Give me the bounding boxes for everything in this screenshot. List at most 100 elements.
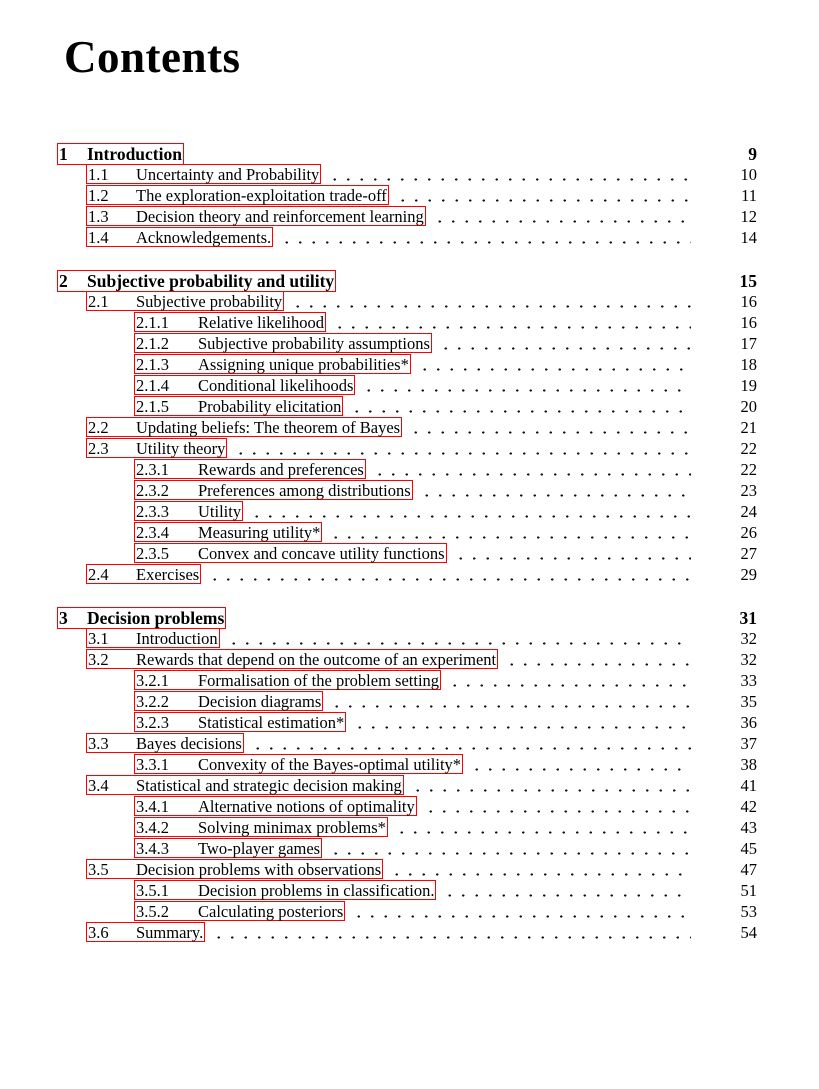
toc-link-3[interactable]: 3 Decision problems [57, 607, 227, 629]
toc-entry-2-1-4[interactable]: 2.1.4 Conditional likelihoods 19 [0, 375, 819, 396]
toc-link-2-1[interactable]: 2.1 Subjective probability [86, 291, 285, 311]
toc-link-2-3-5[interactable]: 2.3.5 Convex and concave utility function… [134, 543, 447, 563]
toc-entry-number: 2.3.3 [136, 502, 169, 521]
toc-entry-page-number: 9 [748, 144, 757, 164]
toc-entry-3[interactable]: 3 Decision problems 31 [0, 607, 819, 629]
dot-leader [361, 380, 691, 396]
toc-entry-1-1[interactable]: 1.1 Uncertainty and Probability 10 [0, 164, 819, 185]
dot-leader [233, 443, 691, 459]
toc-link-3-2-3[interactable]: 3.2.3 Statistical estimation* [134, 712, 347, 732]
toc-entry-2-1-2[interactable]: 2.1.2 Subjective probability assumptions 1… [0, 333, 819, 354]
toc-entry-title: Summary. [136, 923, 204, 942]
toc-entry-3-2-3[interactable]: 3.2.3 Statistical estimation* 36 [0, 712, 819, 733]
toc-entry-1-2[interactable]: 1.2 The exploration-exploitation trade-of… [0, 185, 819, 206]
toc-link-2-1-2[interactable]: 2.1.2 Subjective probability assumptions [134, 333, 432, 353]
toc-link-3-3[interactable]: 3.3 Bayes decisions [86, 733, 244, 753]
toc-link-2-1-3[interactable]: 2.1.3 Assigning unique probabilities* [134, 354, 411, 374]
toc-link-1-3[interactable]: 1.3 Decision theory and reinforcement lea… [86, 206, 426, 226]
toc-link-2-3-2[interactable]: 2.3.2 Preferences among distributions [134, 480, 413, 500]
toc-entry-3-4-3[interactable]: 3.4.3 Two-player games 45 [0, 838, 819, 859]
toc-entry-2-3-5[interactable]: 2.3.5 Convex and concave utility function… [0, 543, 819, 564]
toc-entry-3-2-1[interactable]: 3.2.1 Formalisation of the problem settin… [0, 670, 819, 691]
toc-entry-number: 1.4 [88, 228, 109, 247]
toc-entry-3-5-2[interactable]: 3.5.2 Calculating posteriors 53 [0, 901, 819, 922]
toc-entry-3-2[interactable]: 3.2 Rewards that depend on the outcome of… [0, 649, 819, 670]
toc-link-2-3-1[interactable]: 2.3.1 Rewards and preferences [134, 459, 366, 479]
toc-link-2-4[interactable]: 2.4 Exercises [86, 564, 202, 584]
dot-leader [290, 296, 691, 312]
toc-entry-page-number: 54 [740, 923, 758, 942]
toc-entry-3-4-1[interactable]: 3.4.1 Alternative notions of optimality 42 [0, 796, 819, 817]
toc-entry-3-3[interactable]: 3.3 Bayes decisions 37 [0, 733, 819, 754]
toc-link-3-5[interactable]: 3.5 Decision problems with observations [86, 859, 384, 879]
toc-link-3-4-1[interactable]: 3.4.1 Alternative notions of optimality [134, 796, 417, 816]
toc-entry-3-4-2[interactable]: 3.4.2 Solving minimax problems* 43 [0, 817, 819, 838]
toc-link-3-4-3[interactable]: 3.4.3 Two-player games [134, 838, 323, 858]
toc-entry-2-1-1[interactable]: 2.1.1 Relative likelihood 16 [0, 312, 819, 333]
toc-entry-2-3[interactable]: 2.3 Utility theory 22 [0, 438, 819, 459]
toc-link-2-2[interactable]: 2.2 Updating beliefs: The theorem of Baye… [86, 417, 403, 437]
toc-entry-1-4[interactable]: 1.4 Acknowledgements. 14 [0, 227, 819, 248]
toc-link-1-4[interactable]: 1.4 Acknowledgements. [86, 227, 274, 247]
toc-entry-3-6[interactable]: 3.6 Summary. 54 [0, 922, 819, 943]
toc-entry-page-number: 35 [740, 692, 758, 711]
toc-link-1-1[interactable]: 1.1 Uncertainty and Probability [86, 164, 322, 184]
toc-link-2-3-4[interactable]: 2.3.4 Measuring utility* [134, 522, 323, 542]
toc-link-2[interactable]: 2 Subjective probability and utility [57, 270, 337, 292]
toc-entry-2[interactable]: 2 Subjective probability and utility 15 [0, 270, 819, 292]
toc-entry-2-4[interactable]: 2.4 Exercises 29 [0, 564, 819, 585]
toc-entry-page-number: 51 [740, 881, 758, 900]
toc-entry-page-number: 41 [740, 776, 758, 795]
toc-entry-2-3-2[interactable]: 2.3.2 Preferences among distributions 23 [0, 480, 819, 501]
dot-leader [249, 506, 691, 522]
toc-entry-2-3-3[interactable]: 2.3.3 Utility 24 [0, 501, 819, 522]
toc-entry-2-1[interactable]: 2.1 Subjective probability 16 [0, 291, 819, 312]
toc-entry-3-4[interactable]: 3.4 Statistical and strategic decision ma… [0, 775, 819, 796]
toc-link-1[interactable]: 1 Introduction [57, 143, 184, 165]
toc-entry-1-3[interactable]: 1.3 Decision theory and reinforcement lea… [0, 206, 819, 227]
toc-entry-2-3-1[interactable]: 2.3.1 Rewards and preferences 22 [0, 459, 819, 480]
toc-entry-page-number: 47 [740, 860, 758, 879]
toc-entry-number: 2.3.4 [136, 523, 169, 542]
dot-leader [418, 485, 691, 501]
toc-entry-page-number: 11 [741, 186, 757, 205]
toc-entry-3-5[interactable]: 3.5 Decision problems with observations 47 [0, 859, 819, 880]
toc-entry-3-5-1[interactable]: 3.5.1 Decision problems in classification… [0, 880, 819, 901]
dot-leader [328, 843, 691, 859]
toc-entry-2-2[interactable]: 2.2 Updating beliefs: The theorem of Baye… [0, 417, 819, 438]
toc-link-2-3-3[interactable]: 2.3.3 Utility [134, 501, 244, 521]
toc-entry-title: Calculating posteriors [198, 902, 344, 921]
toc-entry-number: 2.1 [88, 292, 109, 311]
toc-entry-title: Updating beliefs: The theorem of Bayes [136, 418, 401, 437]
toc-entry-title: Decision diagrams [198, 692, 322, 711]
toc-link-3-5-2[interactable]: 3.5.2 Calculating posteriors [134, 901, 346, 921]
toc-link-2-1-1[interactable]: 2.1.1 Relative likelihood [134, 312, 327, 332]
toc-link-3-4[interactable]: 3.4 Statistical and strategic decision ma… [86, 775, 404, 795]
toc-link-3-4-2[interactable]: 3.4.2 Solving minimax problems* [134, 817, 388, 837]
toc-link-3-1[interactable]: 3.1 Introduction [86, 628, 220, 648]
toc-entry-2-3-4[interactable]: 2.3.4 Measuring utility* 26 [0, 522, 819, 543]
toc-link-3-6[interactable]: 3.6 Summary. [86, 922, 206, 942]
toc-entry-title: Formalisation of the problem setting [198, 671, 440, 690]
toc-entry-3-3-1[interactable]: 3.3.1 Convexity of the Bayes-optimal util… [0, 754, 819, 775]
toc-entry-page-number: 42 [740, 797, 758, 816]
dot-leader [329, 696, 691, 712]
toc-link-3-5-1[interactable]: 3.5.1 Decision problems in classification… [134, 880, 437, 900]
toc-link-3-2-1[interactable]: 3.2.1 Formalisation of the problem settin… [134, 670, 442, 690]
toc-entry-3-1[interactable]: 3.1 Introduction 32 [0, 628, 819, 649]
toc-link-2-3[interactable]: 2.3 Utility theory [86, 438, 228, 458]
toc-entry-page-number: 38 [740, 755, 758, 774]
toc-link-3-2[interactable]: 3.2 Rewards that depend on the outcome of… [86, 649, 499, 669]
toc-entry-title: Statistical estimation* [198, 713, 345, 732]
toc-link-2-1-5[interactable]: 2.1.5 Probability elicitation [134, 396, 344, 416]
toc-entry-title: Preferences among distributions [198, 481, 411, 500]
toc-entry-2-1-5[interactable]: 2.1.5 Probability elicitation 20 [0, 396, 819, 417]
toc-link-3-3-1[interactable]: 3.3.1 Convexity of the Bayes-optimal util… [134, 754, 464, 774]
toc-link-3-2-2[interactable]: 3.2.2 Decision diagrams [134, 691, 324, 711]
toc-entry-3-2-2[interactable]: 3.2.2 Decision diagrams 35 [0, 691, 819, 712]
toc-entry-2-1-3[interactable]: 2.1.3 Assigning unique probabilities* 18 [0, 354, 819, 375]
toc-link-1-2[interactable]: 1.2 The exploration-exploitation trade-of… [86, 185, 389, 205]
toc-entry-1[interactable]: 1 Introduction 9 [0, 143, 819, 165]
dot-leader [190, 148, 691, 164]
toc-link-2-1-4[interactable]: 2.1.4 Conditional likelihoods [134, 375, 356, 395]
